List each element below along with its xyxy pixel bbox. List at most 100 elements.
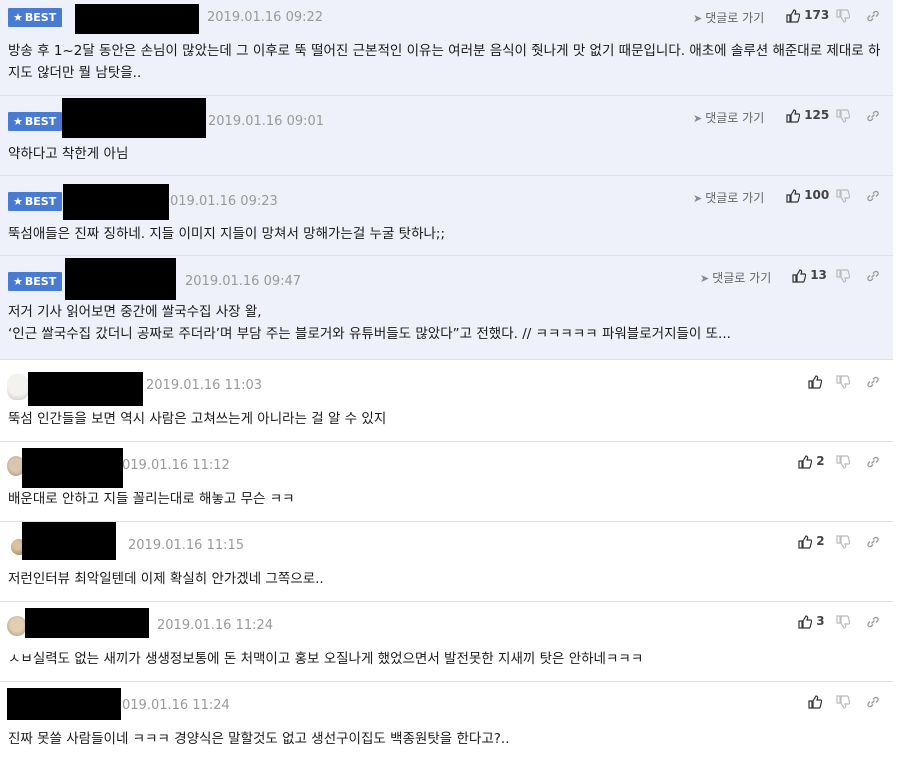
- best-badge-label: BEST: [24, 11, 57, 24]
- redacted-username: [22, 522, 116, 560]
- thumbs-up-icon: [808, 374, 822, 389]
- thumbs-down-icon[interactable]: [836, 455, 850, 469]
- like-count: 13: [810, 268, 827, 282]
- like-count: 3: [816, 614, 825, 628]
- go-to-reply-link[interactable]: ➤ 댓글로 가기: [693, 9, 764, 26]
- thumbs-down-icon[interactable]: [836, 109, 850, 123]
- thumbs-down-icon[interactable]: [836, 189, 850, 203]
- avatar: [7, 616, 27, 636]
- share-link-icon[interactable]: [866, 109, 880, 123]
- like-button[interactable]: 100: [786, 188, 829, 203]
- share-link-icon[interactable]: [866, 269, 880, 283]
- comment-text: 방송 후 1~2달 동안은 손님이 많았는데 그 이후로 뚝 떨어진 근본적인 …: [8, 43, 881, 81]
- comment-text: 뚝섬 인간들을 보면 역시 사람은 고쳐쓰는게 아니라는 걸 알 수 있지: [8, 411, 387, 427]
- like-button[interactable]: [808, 694, 822, 709]
- thumbs-up-icon: [786, 188, 800, 203]
- avatar: [7, 374, 29, 400]
- comment-text: 저런인터뷰 최악일텐데 이제 확실히 안가겠네 그쪽으로..: [8, 571, 324, 587]
- arrow-icon: ➤: [700, 272, 710, 285]
- like-button[interactable]: 3: [798, 614, 825, 629]
- redacted-username: [25, 608, 149, 638]
- thumbs-down-icon[interactable]: [836, 269, 850, 283]
- comment-text: ㅅㅂ실력도 없는 새끼가 생생정보통에 돈 처맥이고 홍보 오질나게 했었으면서…: [8, 651, 644, 667]
- share-link-icon[interactable]: [866, 189, 880, 203]
- thumbs-up-icon: [786, 108, 800, 123]
- thumbs-down-icon[interactable]: [836, 695, 850, 709]
- redacted-username: [7, 688, 121, 720]
- best-badge: ★ BEST: [8, 192, 63, 211]
- comment-date: 2019.01.16 11:03: [146, 378, 263, 393]
- reply-label: 댓글로 가기: [705, 191, 765, 205]
- redacted-username: [22, 448, 123, 488]
- comment-list: ★ BEST 2019.01.16 09:22 ➤ 댓글로 가기 173 방송 후 …: [0, 0, 899, 758]
- like-button[interactable]: 173: [786, 8, 829, 23]
- comment: 2019.01.16 11:24 3 ㅅㅂ실력도 없는 새끼가 생생정보통에 돈…: [0, 602, 893, 682]
- star-icon: ★: [13, 115, 23, 128]
- comment-date: 019.01.16 09:23: [170, 194, 278, 209]
- best-badge: ★ BEST: [8, 112, 63, 131]
- thumbs-down-icon[interactable]: [836, 615, 850, 629]
- best-badge-label: BEST: [24, 115, 57, 128]
- best-comment: ★ BEST 019.01.16 09:23 ➤ 댓글로 가기 100 뚝섬애들은 …: [0, 176, 893, 256]
- star-icon: ★: [13, 275, 23, 288]
- comment: 019.01.16 11:12 2 배운대로 안하고 지들 꼴리는대로 해놓고 …: [0, 442, 893, 522]
- best-comment: ★ BEST 2019.01.16 09:22 ➤ 댓글로 가기 173 방송 후 …: [0, 0, 893, 96]
- share-link-icon[interactable]: [866, 615, 880, 629]
- best-comment: ★ BEST 2019.01.16 09:01 ➤ 댓글로 가기 125 약하다고 …: [0, 96, 893, 176]
- best-badge: ★ BEST: [8, 8, 63, 27]
- share-link-icon[interactable]: [866, 535, 880, 549]
- comment: 2019.01.16 11:03 뚝섬 인간들을 보면 역시 사람은 고쳐쓰는게…: [0, 362, 893, 442]
- comment-text: 저거 기사 읽어보면 중간에 쌀국수집 사장 왈, ‘인근 쌀국수집 갔더니 공…: [8, 304, 731, 342]
- comment: 019.01.16 11:24 진짜 못쓸 사람들이네 ㅋㅋㅋ 경양식은 말할것…: [0, 682, 893, 758]
- comment-text: 뚝섬애들은 진짜 징하네. 지들 이미지 지들이 망쳐서 망해가는걸 누굴 탓하…: [8, 226, 446, 242]
- reply-label: 댓글로 가기: [712, 271, 772, 285]
- go-to-reply-link[interactable]: ➤ 댓글로 가기: [700, 269, 771, 286]
- thumbs-down-icon[interactable]: [836, 9, 850, 23]
- reply-label: 댓글로 가기: [705, 11, 765, 25]
- reply-label: 댓글로 가기: [705, 111, 765, 125]
- redacted-username: [75, 4, 199, 34]
- best-comment: ★ BEST 2019.01.16 09:47 ➤ 댓글로 가기 13 저거 기사 …: [0, 256, 893, 360]
- like-button[interactable]: 13: [792, 268, 827, 283]
- arrow-icon: ➤: [693, 112, 703, 125]
- comment-date: 2019.01.16 11:24: [157, 618, 274, 633]
- thumbs-down-icon[interactable]: [836, 375, 850, 389]
- comment-date: 2019.01.16 09:47: [185, 274, 302, 289]
- like-button[interactable]: [808, 374, 822, 389]
- like-button[interactable]: 125: [786, 108, 829, 123]
- like-count: 173: [804, 8, 830, 22]
- share-link-icon[interactable]: [866, 9, 880, 23]
- comment: 2019.01.16 11:15 2 저런인터뷰 최악일텐데 이제 확실히 안가…: [0, 522, 893, 602]
- like-button[interactable]: 2: [798, 534, 825, 549]
- thumbs-up-icon: [808, 694, 822, 709]
- best-badge-label: BEST: [24, 195, 57, 208]
- like-count: 2: [816, 534, 825, 548]
- star-icon: ★: [13, 195, 23, 208]
- thumbs-up-icon: [798, 454, 812, 469]
- go-to-reply-link[interactable]: ➤ 댓글로 가기: [693, 109, 764, 126]
- like-count: 2: [816, 454, 825, 468]
- thumbs-up-icon: [786, 8, 800, 23]
- share-link-icon[interactable]: [866, 455, 880, 469]
- like-count: 100: [804, 188, 830, 202]
- comment-date: 2019.01.16 11:15: [128, 538, 245, 553]
- redacted-username: [28, 372, 143, 406]
- like-count: 125: [804, 108, 830, 122]
- star-icon: ★: [13, 11, 23, 24]
- redacted-username: [63, 184, 169, 220]
- comment-date: 2019.01.16 09:01: [208, 114, 325, 129]
- comment-text: 진짜 못쓸 사람들이네 ㅋㅋㅋ 경양식은 말할것도 없고 생선구이집도 백종원탓…: [8, 731, 510, 747]
- thumbs-down-icon[interactable]: [836, 535, 850, 549]
- redacted-username: [62, 98, 206, 138]
- like-button[interactable]: 2: [798, 454, 825, 469]
- best-badge-label: BEST: [24, 275, 57, 288]
- best-badge: ★ BEST: [8, 272, 63, 291]
- comment-text: 배운대로 안하고 지들 꼴리는대로 해놓고 무슨 ㅋㅋ: [8, 491, 295, 507]
- share-link-icon[interactable]: [866, 695, 880, 709]
- comment-text: 약하다고 착한게 아님: [8, 146, 129, 162]
- share-link-icon[interactable]: [866, 375, 880, 389]
- comment-date: 019.01.16 11:12: [122, 458, 230, 473]
- go-to-reply-link[interactable]: ➤ 댓글로 가기: [693, 189, 764, 206]
- thumbs-up-icon: [798, 534, 812, 549]
- comment-date: 019.01.16 11:24: [122, 698, 230, 713]
